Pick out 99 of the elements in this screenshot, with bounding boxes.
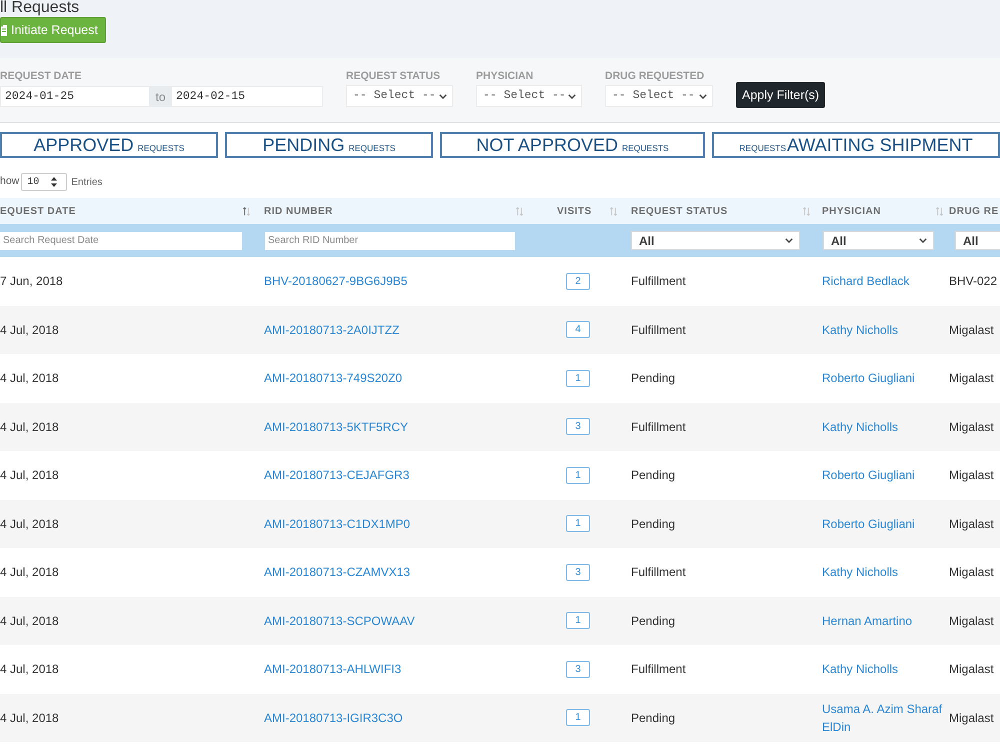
table-cell-text: 4 Jul, 2018 — [0, 564, 59, 582]
table-cell-text: 4 Jul, 2018 — [0, 612, 59, 630]
physician-link[interactable]: Roberto Giugliani — [822, 514, 915, 533]
table-cell-text: Migalast — [949, 467, 994, 484]
table-cell-text: BHV-022 — [949, 273, 998, 290]
rid-link[interactable]: AMI-20180713-2A0IJTZZ — [264, 320, 400, 339]
table-cell-text: 4 Jul, 2018 — [0, 710, 59, 727]
apply-filters-button[interactable]: Apply Filter(s) — [736, 82, 826, 108]
table-cell-text: 4 Jul, 2018 — [0, 370, 59, 388]
table-cell-text: Fulfillment — [631, 418, 686, 436]
status-card[interactable]: REQUESTSAWAITING SHIPMENT — [712, 132, 1000, 158]
rid-link[interactable]: AMI-20180713-749S20Z0 — [264, 369, 402, 388]
table-cell-text: 4 Jul, 2018 — [0, 322, 59, 339]
visit-count[interactable]: 1 — [566, 466, 590, 484]
physician-link[interactable]: Roberto Giugliani — [822, 466, 915, 484]
rid-link[interactable]: AMI-20180713-CZAMVX13 — [264, 563, 410, 582]
table-cell-text: Migalast — [949, 710, 994, 727]
filter-select[interactable]: -- Select -- — [346, 85, 453, 107]
status-card[interactable]: NOT APPROVED REQUESTS — [440, 132, 705, 158]
visit-count[interactable]: 3 — [566, 660, 590, 678]
visit-count[interactable]: 3 — [566, 564, 590, 581]
table-cell-text: Migalast — [949, 370, 994, 388]
column-filter-select[interactable]: All — [823, 231, 934, 250]
entries-label: Entries — [71, 176, 102, 190]
search-field[interactable]: Search RID Number — [265, 232, 515, 250]
column-header[interactable]: REQUEST STATUS — [631, 204, 728, 218]
physician-link[interactable]: Usama A. Azim Sharaf ElDin — [822, 700, 945, 736]
column-filter-select[interactable]: All — [955, 231, 1000, 250]
physician-link[interactable]: Kathy Nicholls — [822, 660, 898, 678]
table-cell-text: Pending — [631, 370, 676, 388]
column-header[interactable]: PHYSICIAN — [822, 204, 881, 218]
rid-link[interactable]: BHV-20180627-9BG6J9B5 — [264, 272, 408, 290]
chevron-icon — [439, 94, 447, 98]
initiate-request-button[interactable]: Initiate Request — [0, 17, 106, 43]
column-filter-select[interactable]: All — [631, 231, 800, 250]
physician-link[interactable]: Hernan Amartino — [822, 612, 912, 630]
date-field[interactable]: 2024-02-15 — [171, 86, 323, 107]
physician-link[interactable]: Roberto Giugliani — [822, 369, 915, 388]
visit-count[interactable]: 1 — [566, 612, 590, 630]
page-size-select[interactable]: 10 — [21, 173, 68, 191]
table-cell-text: 7 Jun, 2018 — [0, 273, 63, 290]
column-header[interactable]: DRUG RE — [949, 204, 999, 218]
visit-count[interactable]: 1 — [566, 370, 590, 387]
rid-link[interactable]: AMI-20180713-C1DX1MP0 — [264, 514, 410, 533]
table-cell-text: Fulfillment — [631, 322, 686, 339]
filter-label: PHYSICIAN — [476, 70, 534, 82]
visit-count[interactable]: 1 — [566, 515, 590, 532]
table-cell-text: Migalast — [949, 661, 994, 678]
table-cell-text: Migalast — [949, 418, 994, 436]
table-cell-text: 4 Jul, 2018 — [0, 516, 59, 533]
filter-select[interactable]: -- Select -- — [605, 85, 713, 107]
search-field[interactable]: Search Request Date — [0, 232, 242, 250]
table-cell-text: Fulfillment — [631, 273, 686, 290]
table-cell-text: Migalast — [949, 564, 994, 582]
status-card[interactable]: PENDING REQUESTS — [225, 132, 433, 158]
physician-link[interactable]: Richard Bedlack — [822, 272, 910, 290]
chevron-icon — [699, 94, 707, 98]
table-cell-text: Migalast — [949, 322, 994, 339]
stepper-icon — [51, 177, 58, 187]
rid-link[interactable]: AMI-20180713-5KTF5RCY — [264, 418, 408, 436]
visit-count[interactable]: 1 — [566, 709, 590, 726]
table-cell-text: Pending — [631, 612, 676, 630]
visit-count[interactable]: 4 — [566, 321, 590, 338]
column-header[interactable]: RID NUMBER — [264, 204, 333, 218]
column-header[interactable]: EQUEST DATE — [0, 204, 76, 218]
status-card[interactable]: APPROVED REQUESTS — [0, 132, 218, 158]
date-field[interactable]: 2024-01-25 — [0, 86, 150, 107]
filter-select[interactable]: -- Select -- — [476, 85, 582, 107]
page-title: ll Requests — [0, 0, 80, 16]
physician-link[interactable]: Kathy Nicholls — [822, 418, 898, 436]
table-cell-text: Fulfillment — [631, 661, 686, 678]
filter-label: REQUEST STATUS — [346, 70, 440, 82]
filter-label: REQUEST DATE — [0, 70, 82, 82]
column-header[interactable]: VISITS — [557, 204, 592, 218]
table-cell-text: Pending — [631, 467, 676, 484]
visit-count[interactable]: 2 — [566, 272, 590, 290]
chevron-icon — [919, 238, 927, 243]
chevron-icon — [785, 238, 793, 243]
table-cell-text: Migalast — [949, 516, 994, 533]
rid-link[interactable]: AMI-20180713-SCPOWAAV — [264, 612, 415, 630]
entries-label: how — [0, 174, 20, 190]
rid-link[interactable]: AMI-20180713-AHLWIFI3 — [264, 660, 402, 678]
visit-count[interactable]: 3 — [566, 418, 590, 436]
table-cell-text: 4 Jul, 2018 — [0, 418, 59, 436]
clipboard-icon — [1, 24, 7, 36]
chevron-icon — [568, 94, 576, 98]
filter-label: DRUG REQUESTED — [605, 70, 704, 82]
table-cell-text: 4 Jul, 2018 — [0, 661, 59, 678]
table-cell-text: Migalast — [949, 612, 994, 630]
date-range-separator: to — [150, 86, 171, 107]
rid-link[interactable]: AMI-20180713-IGIR3C3O — [264, 708, 403, 727]
physician-link[interactable]: Kathy Nicholls — [822, 320, 898, 339]
table-cell-text: Fulfillment — [631, 564, 686, 582]
table-cell-text: Pending — [631, 516, 676, 533]
rid-link[interactable]: AMI-20180713-CEJAFGR3 — [264, 466, 410, 484]
sort-icon[interactable] — [243, 206, 250, 216]
physician-link[interactable]: Kathy Nicholls — [822, 563, 898, 582]
table-cell-text: 4 Jul, 2018 — [0, 467, 59, 484]
table-cell-text: Pending — [631, 710, 676, 727]
